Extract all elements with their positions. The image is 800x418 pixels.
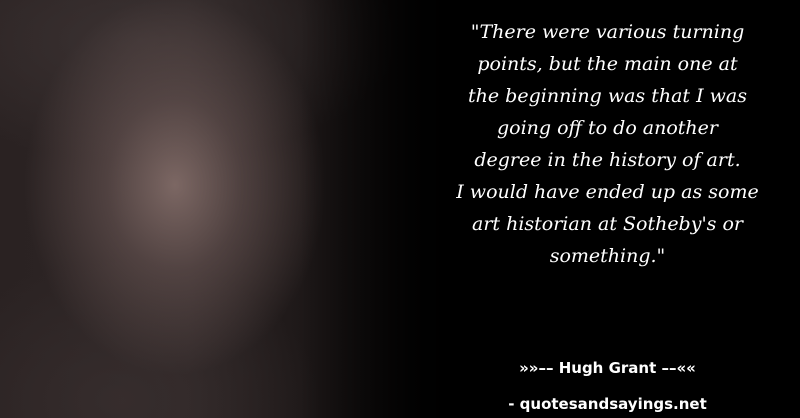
quote-line: something." bbox=[549, 245, 666, 267]
quote-line: the beginning was that I was bbox=[468, 85, 747, 107]
quote-line: art historian at Sotheby's or bbox=[472, 213, 743, 235]
quote-line: degree in the history of art. bbox=[474, 149, 741, 171]
quote-line: I would have ended up as some bbox=[456, 181, 759, 203]
site-watermark: - quotesandsayings.net bbox=[508, 395, 707, 413]
quote-line: "There were various turning bbox=[470, 21, 745, 43]
quote-card: "There were various turning points, but … bbox=[0, 0, 800, 418]
author-attribution: »»–– Hugh Grant ––«« bbox=[519, 359, 696, 377]
quote-line: points, but the main one at bbox=[477, 53, 738, 75]
quote-line: going off to do another bbox=[496, 117, 718, 139]
quote-text: "There were various turning points, but … bbox=[425, 16, 790, 272]
